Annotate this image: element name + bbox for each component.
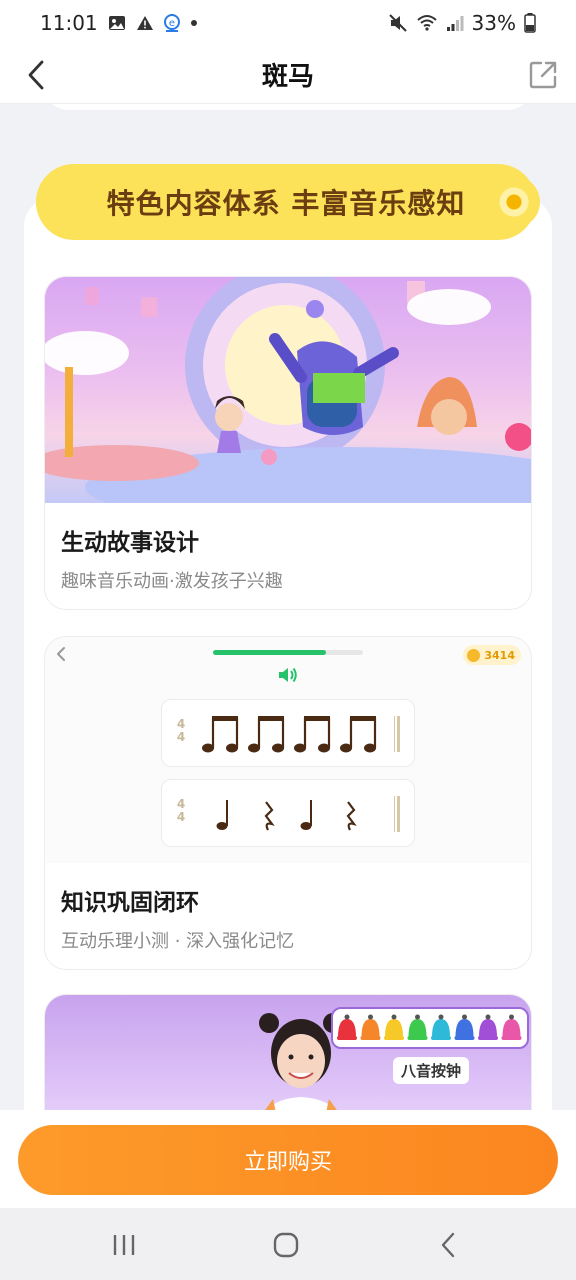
section-banner: 特色内容体系 丰富音乐感知 — [36, 164, 536, 240]
battery-icon — [524, 13, 536, 33]
end-barline — [394, 716, 400, 752]
previous-card-edge — [44, 104, 532, 110]
quiz-back-icon — [53, 645, 69, 663]
buy-now-button[interactable]: 立即购买 — [18, 1125, 558, 1195]
recent-apps-icon[interactable] — [104, 1230, 144, 1260]
knowledge-loop-card[interactable]: 3414 4 4 4 4 知识巩固闭环 互动乐理小测 · 深入强化记忆 — [44, 636, 532, 970]
quiz-illustration: 3414 4 4 4 4 — [45, 637, 531, 863]
bell-label: 八音按钟 — [392, 1057, 469, 1084]
share-icon[interactable] — [524, 56, 562, 94]
story-illustration — [45, 277, 531, 503]
home-icon[interactable] — [266, 1230, 306, 1260]
record-disc-right-icon — [488, 176, 540, 228]
signal-icon — [446, 14, 464, 32]
card-title: 知识巩固闭环 — [61, 890, 199, 916]
content-scroll-area[interactable]: 特色内容体系 丰富音乐感知 生动故事设计 趣味音乐动画·激发孩子兴趣 3414 … — [0, 104, 576, 1110]
quiz-progress-bar — [213, 650, 363, 655]
bell-icon — [454, 1014, 475, 1040]
nav-bar: 斑马 — [0, 46, 576, 104]
bells-row — [337, 1014, 522, 1040]
card-title: 生动故事设计 — [61, 530, 199, 556]
bell-icon — [478, 1014, 498, 1040]
story-design-card[interactable]: 生动故事设计 趣味音乐动画·激发孩子兴趣 — [44, 276, 532, 610]
status-time: 11:01 — [40, 11, 98, 35]
bells-panel — [331, 1007, 529, 1049]
piano-course-card[interactable]: 八音按钟 — [44, 994, 532, 1110]
bell-icon — [501, 1014, 522, 1040]
back-icon[interactable] — [428, 1230, 468, 1260]
rhythm-row-quarter-notes: 4 4 — [161, 779, 415, 847]
status-bar: 11:01 e 33% — [0, 0, 576, 46]
bell-icon — [407, 1014, 428, 1040]
coin-icon — [467, 648, 481, 662]
image-icon — [108, 14, 126, 32]
card-subtitle: 互动乐理小测 · 深入强化记忆 — [61, 931, 295, 952]
alert-icon — [136, 15, 154, 31]
bell-icon — [360, 1014, 381, 1040]
quiz-progress-fill — [213, 650, 326, 655]
mute-icon — [388, 14, 408, 32]
dot-icon — [190, 19, 198, 27]
app-icon: e — [163, 14, 180, 32]
end-barline — [394, 796, 400, 832]
rhythm-row-eighth-notes: 4 4 — [161, 699, 415, 767]
battery-percent: 33% — [471, 11, 516, 35]
chevron-left-icon[interactable] — [18, 56, 54, 94]
system-nav-bar — [0, 1208, 576, 1280]
svg-text:e: e — [169, 18, 175, 29]
coin-counter: 3414 — [463, 645, 521, 665]
time-signature: 4 4 — [176, 717, 186, 744]
card-subtitle: 趣味音乐动画·激发孩子兴趣 — [61, 571, 283, 592]
quarter-notes-rests-icon — [216, 800, 357, 831]
teacher-illustration: 八音按钟 — [45, 995, 531, 1110]
eighth-notes-icon — [202, 716, 377, 753]
bell-icon — [431, 1014, 451, 1040]
page-title: 斑马 — [261, 62, 314, 92]
bottom-action-bar: 立即购买 — [0, 1110, 576, 1208]
coin-count: 3414 — [484, 648, 515, 662]
speaker-icon — [277, 665, 299, 685]
bell-icon — [337, 1014, 357, 1040]
time-signature: 4 4 — [176, 797, 186, 824]
bell-icon — [384, 1014, 404, 1040]
wifi-icon — [416, 14, 438, 32]
section-banner-title: 特色内容体系 丰富音乐感知 — [106, 187, 466, 220]
